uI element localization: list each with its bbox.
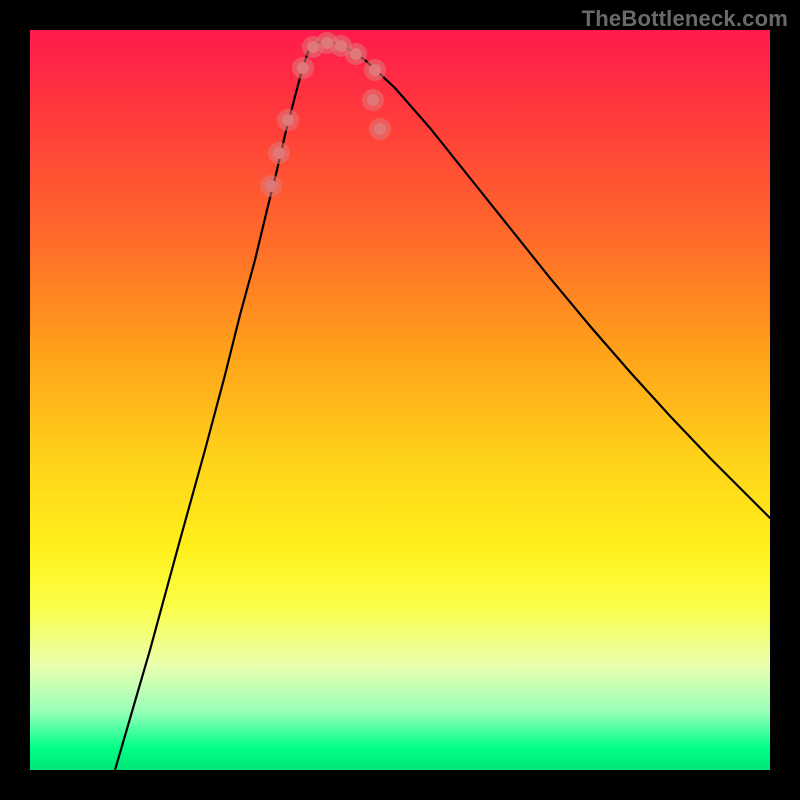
chart-frame: TheBottleneck.com — [0, 0, 800, 800]
valley-dots — [260, 32, 391, 197]
watermark-text: TheBottleneck.com — [582, 6, 788, 32]
chart-svg — [30, 30, 770, 770]
gradient-plot-area — [30, 30, 770, 770]
bottleneck-curve — [115, 42, 770, 770]
